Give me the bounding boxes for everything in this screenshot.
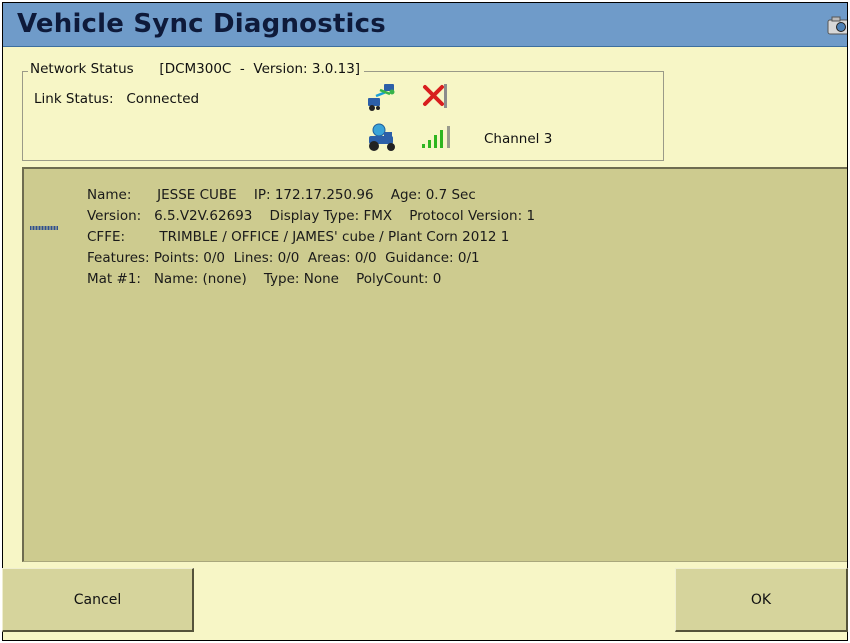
ok-button[interactable]: OK [675, 568, 848, 632]
network-status-group [22, 71, 664, 161]
signal-strength-icon [422, 126, 450, 148]
link-status-label: Link Status: Connected [34, 91, 200, 107]
info-line-name: Name: JESSE CUBE IP: 172.17.250.96 Age: … [87, 187, 476, 203]
title-bar: Vehicle Sync Diagnostics [3, 3, 847, 47]
vehicle-info-panel [22, 167, 847, 562]
info-line-mat: Mat #1: Name: (none) Type: None PolyCoun… [87, 271, 442, 287]
camera-icon[interactable] [827, 15, 848, 35]
info-line-version: Version: 6.5.V2V.62693 Display Type: FMX… [87, 208, 536, 224]
network-status-legend: Network Status [DCM300C - Version: 3.0.1… [28, 61, 365, 77]
vehicle-marker-icon [30, 226, 58, 230]
info-line-features: Features: Points: 0/0 Lines: 0/0 Areas: … [87, 250, 480, 266]
vehicle-sync-icon [368, 84, 395, 111]
channel-label: Channel 3 [484, 131, 553, 147]
window-title: Vehicle Sync Diagnostics [17, 9, 386, 39]
tractor-icon [369, 123, 395, 151]
red-x-icon [423, 84, 447, 108]
cancel-button[interactable]: Cancel [2, 568, 194, 632]
info-line-cffe: CFFE: TRIMBLE / OFFICE / JAMES' cube / P… [87, 229, 510, 245]
